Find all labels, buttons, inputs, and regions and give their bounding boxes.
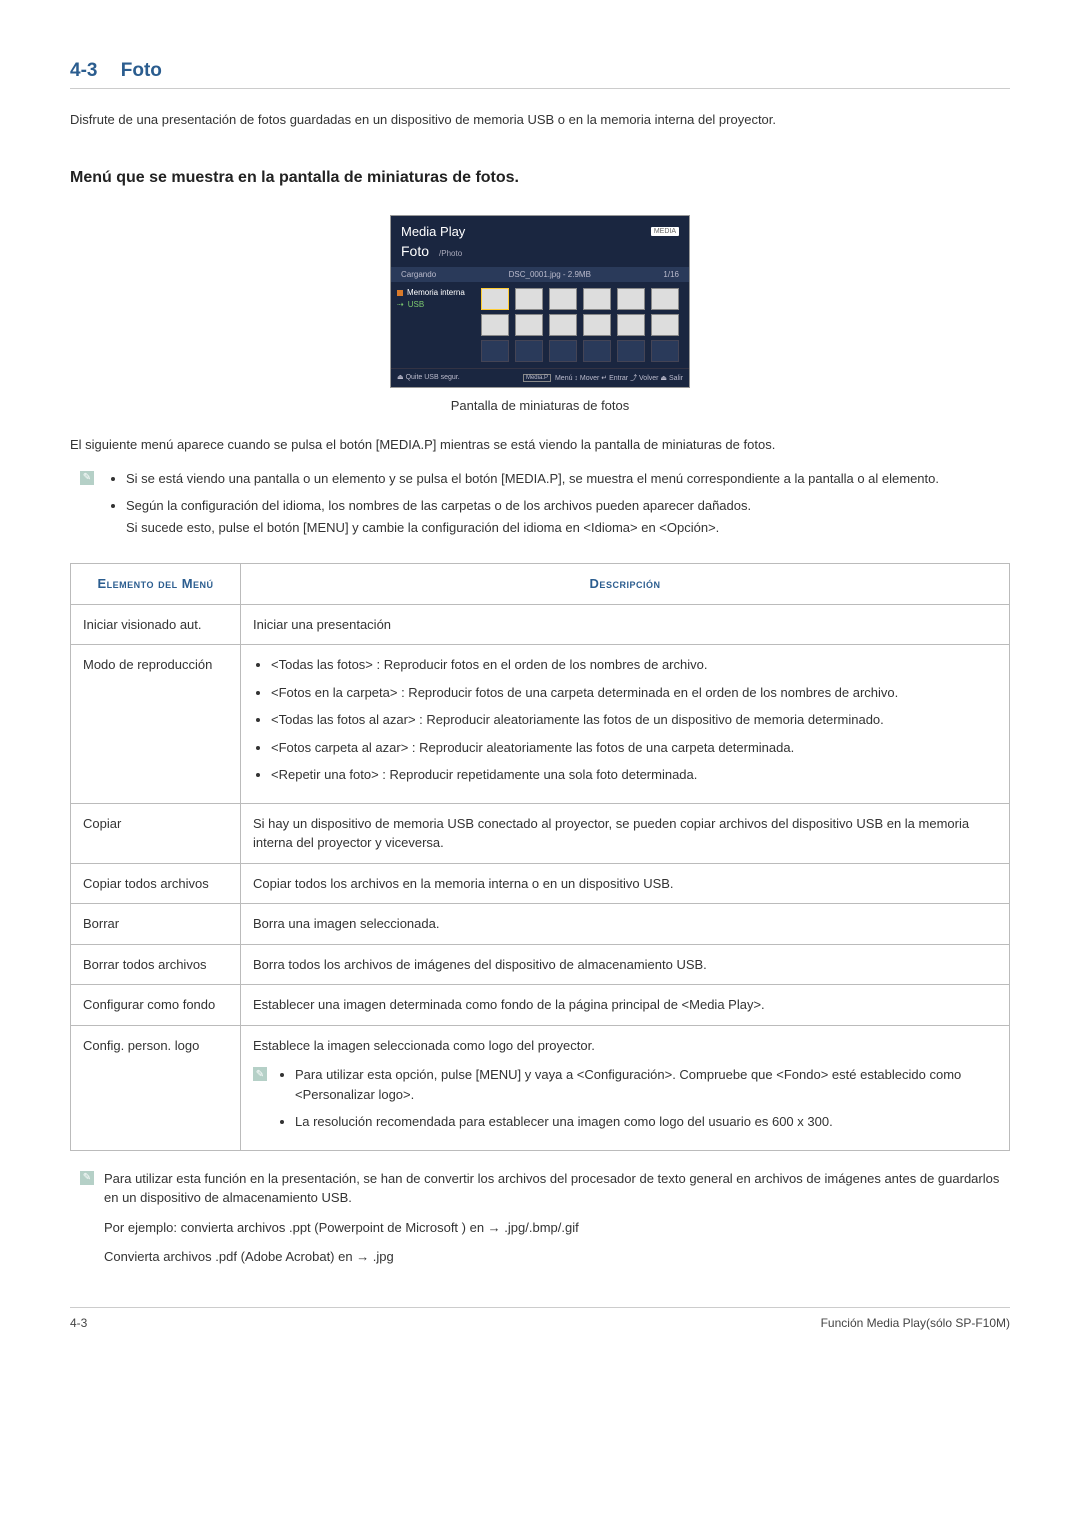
mp-thumb: [583, 314, 611, 336]
mp-thumb-empty: [617, 340, 645, 362]
post-note-p3: Convierta archivos .pdf (Adobe Acrobat) …: [104, 1247, 1010, 1267]
mp-status-loading: Cargando: [401, 270, 436, 279]
mp-thumb: [651, 288, 679, 310]
note1-bullet1: Si se está viendo una pantalla o un elem…: [126, 469, 939, 489]
footer-left: 4-3: [70, 1316, 87, 1330]
cell-desc: Borra todos los archivos de imágenes del…: [241, 944, 1010, 985]
mp-status-file: DSC_0001.jpg - 2.9MB: [509, 270, 591, 279]
cell-label: Copiar todos archivos: [71, 863, 241, 904]
post-note-p2: Por ejemplo: convierta archivos .ppt (Po…: [104, 1218, 1010, 1238]
cell-label: Borrar: [71, 904, 241, 945]
mp-thumb: [617, 314, 645, 336]
note1-bullet2: Según la configuración del idioma, los n…: [126, 496, 939, 537]
section-title: Foto: [121, 60, 162, 81]
list-item: Para utilizar esta opción, pulse [MENU] …: [295, 1065, 997, 1104]
mp-subtitle: Foto: [401, 243, 429, 259]
cell-label: Iniciar visionado aut.: [71, 604, 241, 645]
mp-thumb-empty: [515, 340, 543, 362]
mp-path: /Photo: [439, 249, 462, 258]
mp-logo: MEDIA: [651, 227, 679, 236]
list-item: <Fotos en la carpeta> : Reproducir fotos…: [271, 683, 997, 703]
table-row: Modo de reproducción <Todas las fotos> :…: [71, 645, 1010, 804]
cell-desc: Copiar todos los archivos en la memoria …: [241, 863, 1010, 904]
table-row: Copiar todos archivos Copiar todos los a…: [71, 863, 1010, 904]
mp-sidebar-internal: Memoria interna: [397, 288, 467, 297]
mp-thumb: [549, 314, 577, 336]
mp-footer-left: ⏏ Quite USB segur.: [397, 373, 460, 383]
mp-footer-right: Media.P Menú ↕ Mover ↵ Entrar ⤴ Volver ⏏…: [523, 373, 683, 383]
after-figure-text: El siguiente menú aparece cuando se puls…: [70, 435, 1010, 455]
mp-internal-label: Memoria interna: [407, 288, 465, 297]
mp-thumb: [583, 288, 611, 310]
cell-desc: Establecer una imagen determinada como f…: [241, 985, 1010, 1026]
cell-desc: Borra una imagen seleccionada.: [241, 904, 1010, 945]
cell-label: Borrar todos archivos: [71, 944, 241, 985]
cell-desc: <Todas las fotos> : Reproducir fotos en …: [241, 645, 1010, 804]
figure-wrapper: Media Play MEDIA Foto /Photo Cargando DS…: [70, 215, 1010, 413]
cell-label: Copiar: [71, 803, 241, 863]
menu-table: Elemento del Menú Descripción Iniciar vi…: [70, 563, 1010, 1151]
list-item: <Todas las fotos al azar> : Reproducir a…: [271, 710, 997, 730]
list-item: La resolución recomendada para establece…: [295, 1112, 997, 1132]
list-item: <Repetir una foto> : Reproducir repetida…: [271, 765, 997, 785]
post-note-p1: Para utilizar esta función en la present…: [104, 1169, 1010, 1208]
subheading: Menú que se muestra en la pantalla de mi…: [70, 169, 1010, 187]
table-row: Borrar todos archivos Borra todos los ar…: [71, 944, 1010, 985]
mp-thumb: [515, 314, 543, 336]
table-row: Iniciar visionado aut. Iniciar una prese…: [71, 604, 1010, 645]
mp-thumb-empty: [583, 340, 611, 362]
mp-thumb-empty: [549, 340, 577, 362]
post-note-block: ✎ Para utilizar esta función en la prese…: [80, 1169, 1010, 1277]
cell-label: Configurar como fondo: [71, 985, 241, 1026]
table-row: Configurar como fondo Establecer una ima…: [71, 985, 1010, 1026]
note-icon: ✎: [80, 1171, 94, 1185]
mp-thumb-empty: [481, 340, 509, 362]
th-elemento: Elemento del Menú: [71, 564, 241, 605]
mp-thumb-empty: [651, 340, 679, 362]
table-row: Config. person. logo Establece la imagen…: [71, 1025, 1010, 1150]
list-item: <Todas las fotos> : Reproducir fotos en …: [271, 655, 997, 675]
section-heading: 4-3 Foto: [70, 60, 1010, 89]
mp-thumb: [481, 288, 509, 310]
mp-thumb: [651, 314, 679, 336]
note-icon: ✎: [253, 1067, 267, 1081]
cell-desc: Iniciar una presentación: [241, 604, 1010, 645]
figure-caption: Pantalla de miniaturas de fotos: [451, 398, 630, 413]
mp-title: Media Play: [401, 224, 465, 239]
table-row: Copiar Si hay un dispositivo de memoria …: [71, 803, 1010, 863]
page-footer: 4-3 Función Media Play(sólo SP-F10M): [70, 1307, 1010, 1330]
mp-thumbnail-grid: [473, 282, 689, 368]
th-descripcion: Descripción: [241, 564, 1010, 605]
cell-label: Config. person. logo: [71, 1025, 241, 1150]
cell-desc: Establece la imagen seleccionada como lo…: [241, 1025, 1010, 1150]
note-icon: ✎: [80, 471, 94, 485]
footer-right: Función Media Play(sólo SP-F10M): [821, 1316, 1010, 1330]
intro-paragraph: Disfrute de una presentación de fotos gu…: [70, 111, 1010, 129]
list-item: <Fotos carpeta al azar> : Reproducir ale…: [271, 738, 997, 758]
cell-desc: Si hay un dispositivo de memoria USB con…: [241, 803, 1010, 863]
cell-label: Modo de reproducción: [71, 645, 241, 804]
mp-thumb: [617, 288, 645, 310]
mp-mediap-chip: Media.P: [523, 374, 551, 382]
mp-sidebar-usb: ⇢ USB: [397, 300, 467, 309]
section-number: 4-3: [70, 60, 97, 81]
table-row: Borrar Borra una imagen seleccionada.: [71, 904, 1010, 945]
media-play-screenshot: Media Play MEDIA Foto /Photo Cargando DS…: [390, 215, 690, 388]
mp-thumb: [515, 288, 543, 310]
note-block-1: ✎ Si se está viendo una pantalla o un el…: [80, 469, 1010, 546]
usb-icon: ⇢: [397, 300, 404, 309]
mp-thumb: [481, 314, 509, 336]
mp-footer-hints: Menú ↕ Mover ↵ Entrar ⤴ Volver ⏏ Salir: [555, 373, 683, 383]
mp-status-count: 1/16: [663, 270, 679, 279]
mp-usb-label: USB: [408, 300, 424, 309]
mp-thumb: [549, 288, 577, 310]
bullet-icon: [397, 290, 403, 296]
